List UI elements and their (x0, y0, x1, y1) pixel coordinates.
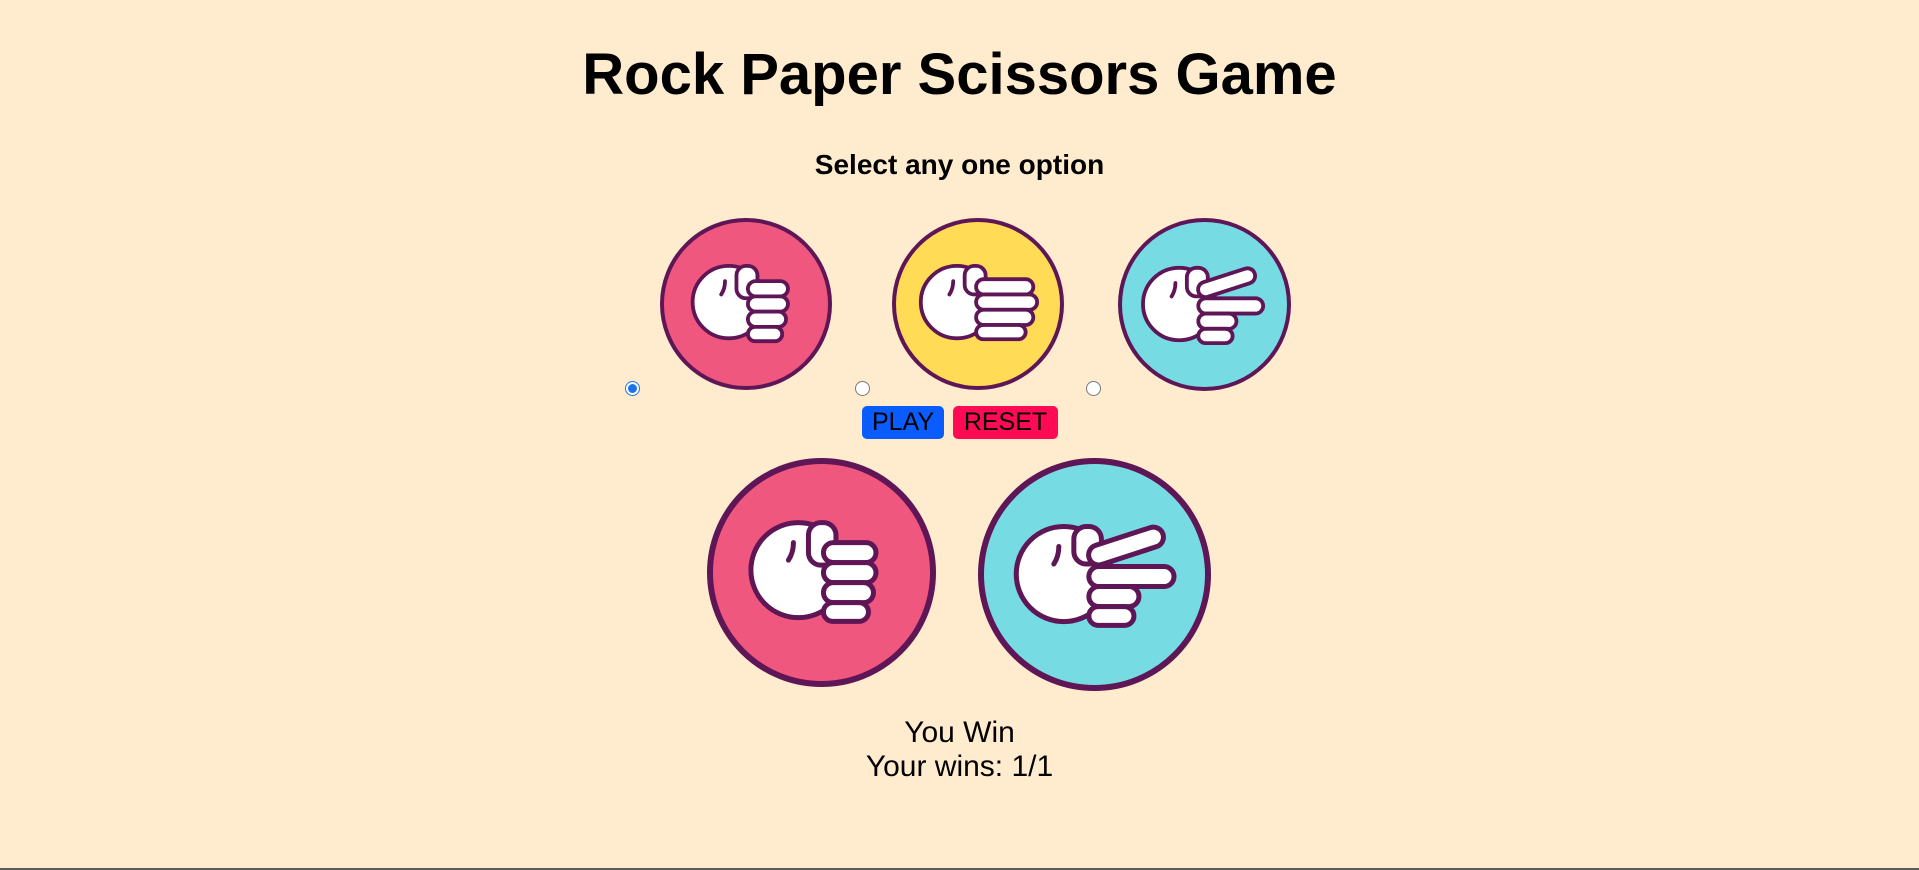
scissors-choice-button[interactable] (1118, 218, 1291, 391)
page-title: Rock Paper Scissors Game (582, 42, 1337, 107)
player-result-circle (707, 458, 936, 687)
scissors-hand-icon (984, 464, 1205, 685)
rock-choice-button[interactable] (660, 218, 832, 390)
rock-fist-icon (713, 464, 930, 681)
wins-counter: Your wins: 1/1 (865, 750, 1054, 783)
computer-result-circle (978, 458, 1211, 691)
paper-hand-icon (918, 263, 1040, 342)
scissors-hand-icon (1141, 264, 1266, 346)
play-button[interactable]: PLAY (862, 406, 944, 439)
rock-radio[interactable] (625, 381, 640, 396)
instruction-subtitle: Select any one option (814, 149, 1105, 180)
rock-fist-icon (690, 263, 790, 344)
reset-button[interactable]: RESET (953, 406, 1058, 439)
paper-choice-button[interactable] (892, 218, 1064, 390)
paper-radio[interactable] (855, 381, 870, 396)
result-message: You Win (904, 716, 1015, 749)
scissors-radio[interactable] (1086, 381, 1101, 396)
